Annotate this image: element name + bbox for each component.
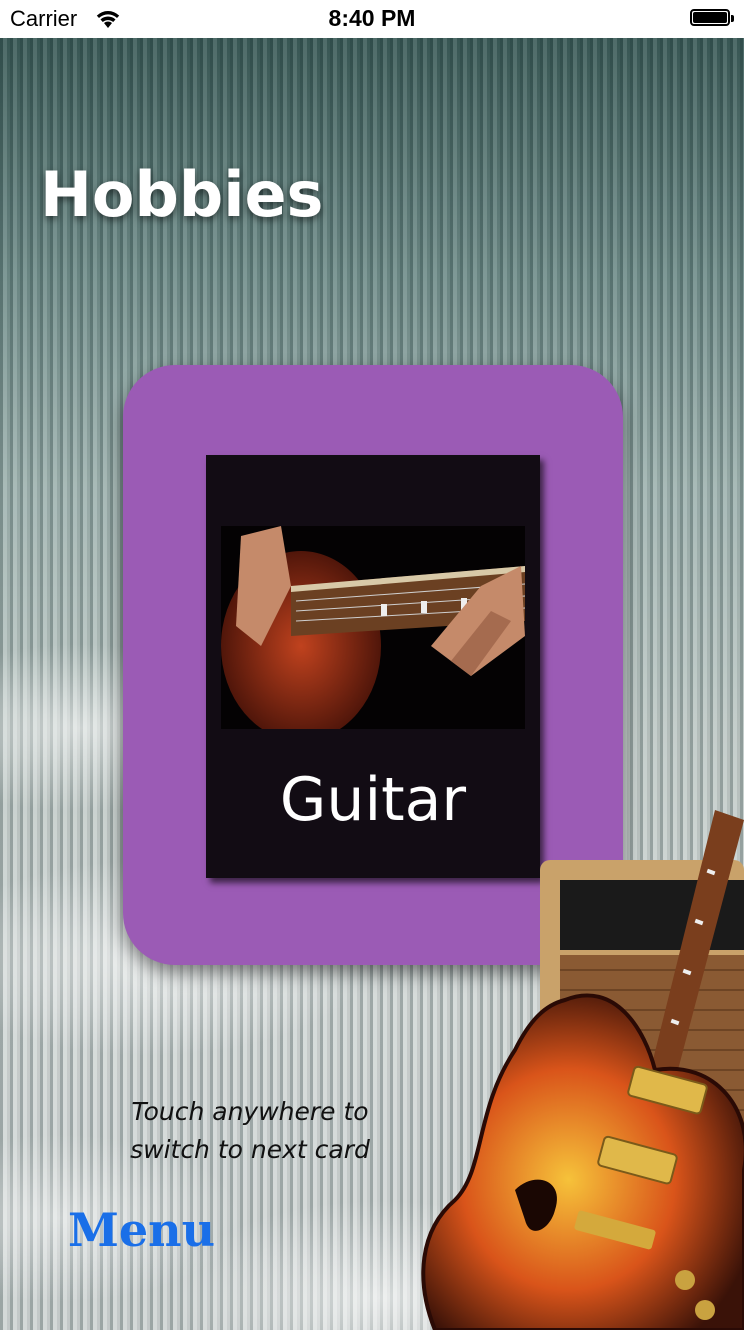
battery-icon — [690, 9, 736, 28]
page-title: Hobbies — [40, 158, 324, 231]
clock: 8:40 PM — [328, 5, 416, 31]
hint-text: Touch anywhere to switch to next card — [120, 1093, 380, 1169]
guitar-amp-illustration — [421, 810, 744, 1330]
menu-button[interactable]: Menu — [68, 1203, 215, 1257]
hint-line-1: Touch anywhere to — [131, 1097, 369, 1126]
hint-line-2: switch to next card — [130, 1135, 370, 1164]
status-bar: Carrier 8:40 PM — [0, 0, 744, 38]
guitar-photo — [221, 526, 525, 729]
